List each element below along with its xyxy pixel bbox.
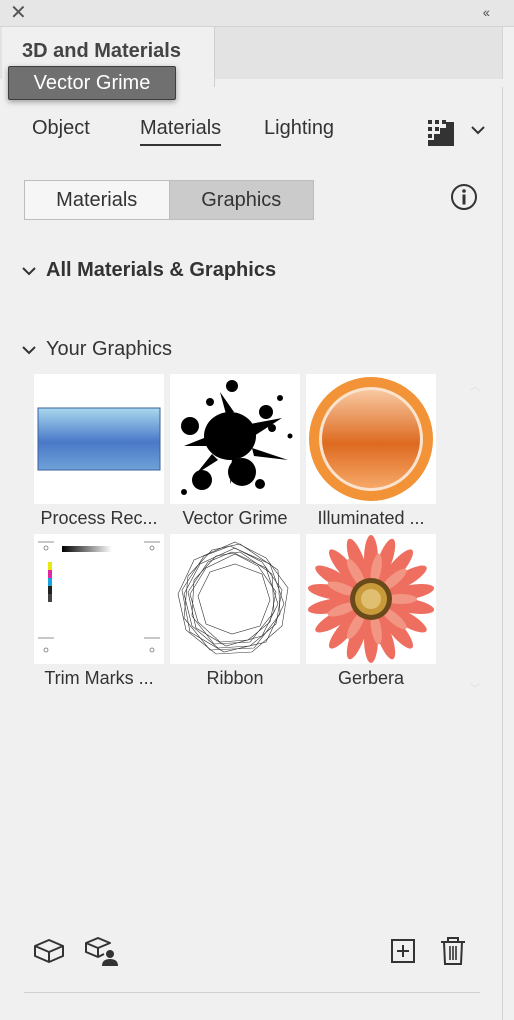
graphic-item-trim-marks[interactable]: Trim Marks ... [34,534,164,689]
scroll-down-icon[interactable]: ﹀ [470,680,480,695]
gradient-rectangle-icon [37,407,161,471]
trim-marks-icon [38,541,160,653]
graphic-thumbnail [306,534,436,664]
footer-divider [24,992,480,993]
graphic-thumbnail [170,374,300,504]
materials-graphics-toggle: Materials Graphics [24,180,314,220]
graphic-item-ribbon[interactable]: Ribbon [170,534,300,689]
section-yours-label: Your Graphics [46,338,172,360]
orange-button-icon [309,377,433,501]
graphic-item-illuminated[interactable]: Illuminated ... [306,374,436,529]
graphic-name: Process Rec... [40,508,158,528]
segment-graphics[interactable]: Graphics [168,181,313,219]
collapse-icon[interactable]: ‹‹ [483,4,490,20]
section-all-label: All Materials & Graphics [46,259,277,281]
chevron-down-icon [22,266,36,275]
gerbera-flower-icon [307,535,435,663]
graphic-name: Ribbon [206,668,264,688]
panel-title: 3D and Materials [22,40,181,62]
graphic-thumbnail [34,374,164,504]
chevron-down-icon [22,345,36,354]
tooltip: Vector Grime [8,66,176,100]
graphic-thumbnail [306,374,436,504]
chevron-down-icon[interactable] [470,124,486,136]
graphic-name: Trim Marks ... [44,668,154,688]
graphic-thumbnail [34,534,164,664]
options-grid-icon[interactable] [426,118,456,148]
ink-splatter-icon [181,380,293,495]
graphic-item-process-rectangle[interactable]: Process Rec... [34,374,164,529]
cube-user-icon[interactable] [84,934,118,968]
graphic-thumbnail [170,534,300,664]
graphic-item-vector-grime[interactable]: Vector Grime [170,374,300,529]
tab-lighting[interactable]: Lighting [264,117,334,140]
close-icon[interactable]: ✕ [10,3,27,23]
add-square-icon[interactable] [386,934,420,968]
graphic-name: Vector Grime [182,508,288,528]
graphic-item-gerbera[interactable]: Gerbera [306,534,436,689]
tab-materials[interactable]: Materials [140,117,222,146]
ribbon-ring-icon [177,541,289,655]
tab-object[interactable]: Object [32,117,90,140]
section-all-materials[interactable]: All Materials & Graphics [22,259,276,282]
scroll-up-icon[interactable]: ︿ [470,378,480,393]
graphic-name: Gerbera [337,668,405,688]
cube-icon[interactable] [32,934,66,968]
segment-materials[interactable]: Materials [25,181,169,219]
graphic-name: Illuminated ... [317,508,425,528]
trash-icon[interactable] [436,934,470,968]
panel-top-bar: ✕ ‹‹ [0,0,514,27]
info-icon[interactable] [449,182,479,212]
section-your-graphics[interactable]: Your Graphics [22,338,172,361]
